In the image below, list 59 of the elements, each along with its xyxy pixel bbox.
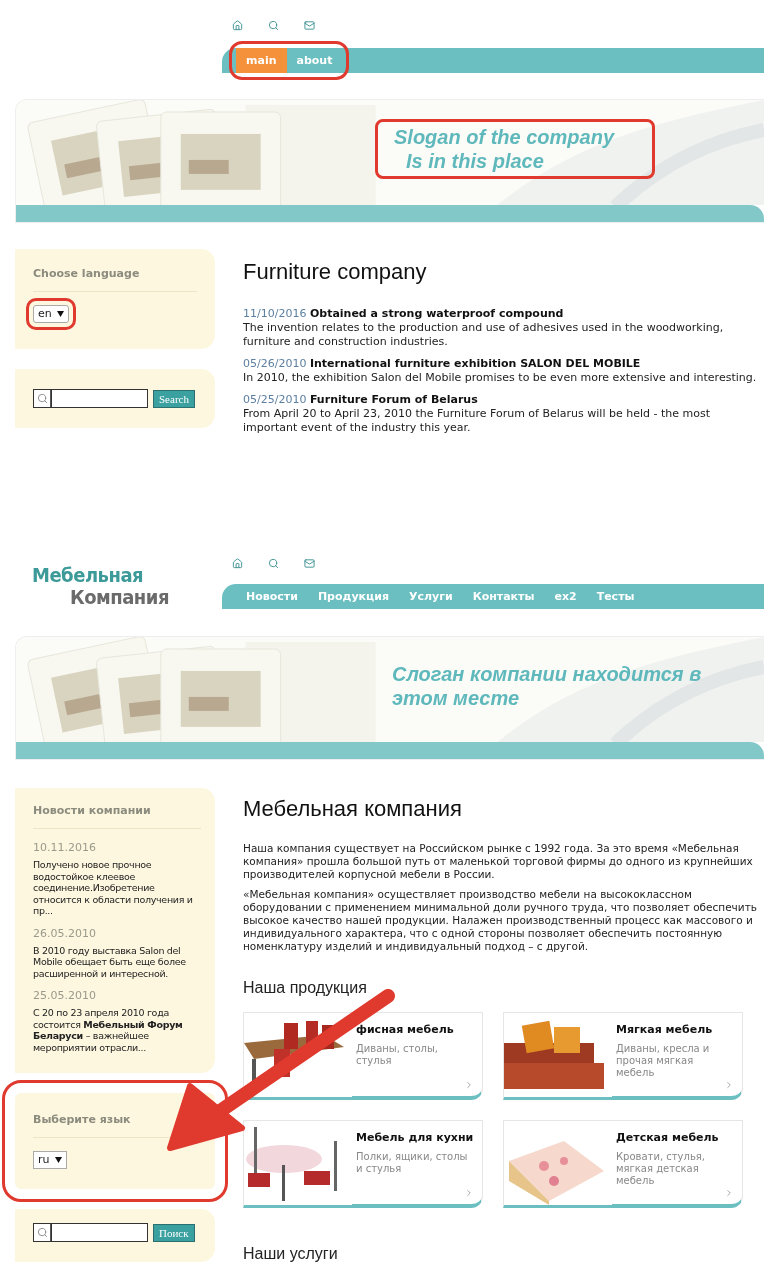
search-icon[interactable]: [268, 20, 279, 31]
panel-title: Новости компании: [33, 804, 201, 829]
news-text: Получено новое прочное водостойкое клеевое соединение.Изобретение относится к области получения и пр...: [33, 859, 194, 917]
product-description: Полки, ящики, столы и стулья: [356, 1151, 469, 1175]
nav-tab[interactable]: Контакты: [462, 584, 545, 609]
nav-tab[interactable]: Услуги: [399, 584, 463, 609]
page-heading: Мебельная компания: [243, 796, 463, 822]
slogan: Slogan of the company Is in this place: [378, 122, 652, 176]
nav-tab[interactable]: Тесты: [586, 584, 645, 609]
panel-title: Choose language: [33, 267, 197, 292]
home-icon[interactable]: [232, 20, 243, 31]
page-heading: Furniture company: [243, 259, 428, 285]
search-field[interactable]: [33, 389, 148, 408]
product-card[interactable]: фисная мебель Диваны, столы, стулья: [243, 1012, 483, 1100]
paragraph: «Мебельная компания» осуществляет производство мебели на высококлассном оборудовании с применением минимальной доли ручного труда, что позволяет обеспечить высокое качество нашей продукции. Налажен производственный процесс как массового и индивидуального характера, что с одной стороны позволяет обеспечить постоянную номенклатуру изделий и индивидуальный подход – с другой.: [243, 888, 758, 953]
product-title: фисная мебель: [356, 1023, 455, 1037]
search-button[interactable]: Search: [153, 389, 195, 408]
news-item: 05/26/2010 International furniture exhibition SALON DEL MOBILE In 2010, the exhibition Salon del Mobile promises to be even more extensive and interesting.: [243, 357, 758, 385]
news-date: 10.11.2016: [33, 841, 97, 855]
paragraph: Наша компания существует на Российском рынке с 1992 года. За это время «Мебельная компания» прошла большой путь от маленькой торговой фирмы до одного из крупнейших производителей корпусной мебели в России.: [243, 842, 754, 881]
nav-tab[interactable]: main: [236, 48, 287, 73]
news-item: 05/25/2010 Furniture Forum of Belarus From April 20 to April 23, 2010 the Furniture Forum of Belarus will be held - the most important event of the industry this year.: [243, 393, 711, 435]
product-title: Мебель для кухни: [356, 1131, 474, 1145]
dropdown-triangle-icon: [56, 311, 64, 317]
product-card[interactable]: Мебель для кухни Полки, ящики, столы и стулья: [243, 1120, 483, 1208]
product-card[interactable]: Детская мебель Кровати, стулья, мягкая детская мебель: [503, 1120, 743, 1208]
search-field[interactable]: [33, 1223, 148, 1242]
nav-tab[interactable]: about: [286, 48, 343, 73]
news-text: В 2010 году выставка Salon del Mobile обещает быть еще более расширенной и интересной.: [33, 944, 187, 979]
chevron-icon: [464, 1188, 474, 1198]
slogan: Слоган компании находится в этом месте: [391, 662, 703, 711]
logo: Мебельная Компания: [31, 562, 170, 610]
nav-tab[interactable]: Новости: [236, 584, 308, 609]
nav-tab[interactable]: ex2: [544, 584, 587, 609]
product-title: Детская мебель: [616, 1131, 720, 1145]
chevron-icon: [724, 1080, 734, 1090]
news-date: 25.05.2010: [33, 989, 97, 1003]
search-icon: [36, 1227, 48, 1238]
dropdown-triangle-icon: [54, 1157, 62, 1163]
mail-icon[interactable]: [304, 558, 315, 569]
language-select[interactable]: ru: [33, 1151, 67, 1169]
home-icon[interactable]: [232, 558, 243, 569]
product-description: Диваны, кресла и прочая мягкая мебель: [616, 1043, 711, 1079]
news-text: С 20 по 23 апреля 2010 года состоится Мебельный Форум Беларуси – важнейшее мероприятии отрасли...: [33, 1007, 184, 1053]
chevron-icon: [724, 1188, 734, 1198]
product-card[interactable]: Мягкая мебель Диваны, кресла и прочая мягкая мебель: [503, 1012, 743, 1100]
product-description: Диваны, столы, стулья: [356, 1043, 440, 1067]
section-heading: Наши услуги: [243, 1244, 339, 1264]
search-icon[interactable]: [268, 558, 279, 569]
mail-icon[interactable]: [304, 20, 315, 31]
section-heading: Наша продукция: [243, 978, 368, 998]
product-title: Мягкая мебель: [616, 1023, 714, 1037]
search-button[interactable]: Поиск: [153, 1223, 195, 1242]
nav-tab[interactable]: Продукция: [307, 584, 399, 609]
chevron-icon: [464, 1080, 474, 1090]
news-item: 11/10/2016 Obtained a strong waterproof compound The invention relates to the production and use of adhesives used in the woodworking, furniture and construction industries.: [243, 307, 725, 349]
search-icon: [36, 393, 48, 404]
news-date: 26.05.2010: [33, 926, 97, 941]
product-description: Кровати, стулья, мягкая детская мебель: [616, 1151, 706, 1187]
